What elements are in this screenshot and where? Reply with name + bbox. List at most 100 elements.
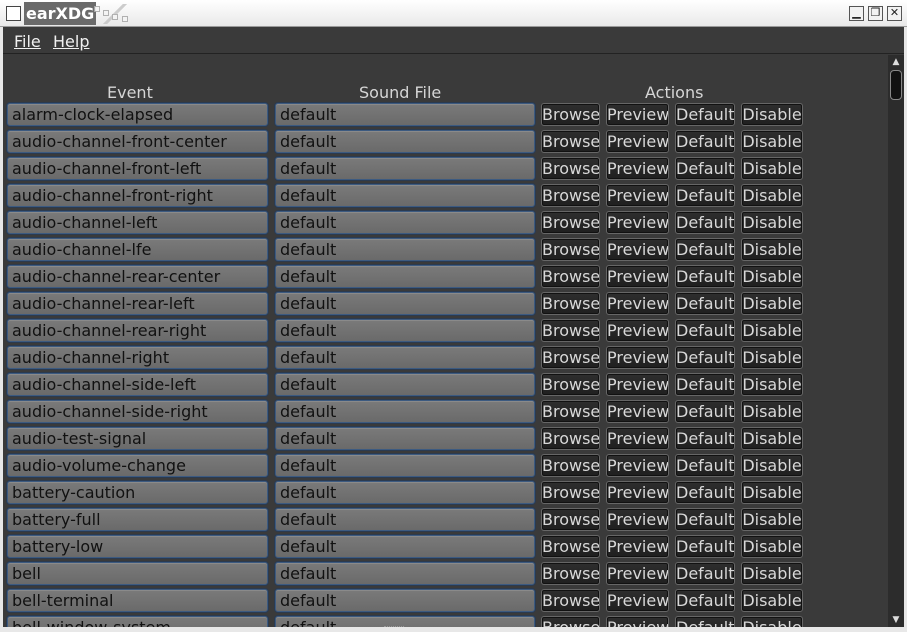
preview-button[interactable]: Preview bbox=[606, 508, 669, 531]
event-name-field[interactable]: audio-volume-change bbox=[7, 454, 268, 477]
browse-button[interactable]: Browse bbox=[541, 184, 600, 207]
browse-button[interactable]: Browse bbox=[541, 265, 600, 288]
sound-file-field[interactable]: default bbox=[275, 616, 535, 627]
sound-file-field[interactable]: default bbox=[275, 292, 535, 315]
scroll-up-arrow-icon[interactable]: ▲ bbox=[890, 56, 902, 68]
sound-file-field[interactable]: default bbox=[275, 427, 535, 450]
sound-file-field[interactable]: default bbox=[275, 157, 535, 180]
event-name-field[interactable]: audio-channel-lfe bbox=[7, 238, 268, 261]
sound-file-field[interactable]: default bbox=[275, 562, 535, 585]
default-button[interactable]: Default bbox=[675, 616, 735, 627]
preview-button[interactable]: Preview bbox=[606, 130, 669, 153]
disable-button[interactable]: Disable bbox=[741, 373, 803, 396]
default-button[interactable]: Default bbox=[675, 427, 735, 450]
browse-button[interactable]: Browse bbox=[541, 157, 600, 180]
default-button[interactable]: Default bbox=[675, 400, 735, 423]
default-button[interactable]: Default bbox=[675, 535, 735, 558]
sound-file-field[interactable]: default bbox=[275, 103, 535, 126]
default-button[interactable]: Default bbox=[675, 184, 735, 207]
preview-button[interactable]: Preview bbox=[606, 616, 669, 627]
maximize-button[interactable]: ❐ bbox=[868, 6, 883, 21]
scroll-down-arrow-icon[interactable]: ▼ bbox=[890, 614, 902, 626]
disable-button[interactable]: Disable bbox=[741, 184, 803, 207]
browse-button[interactable]: Browse bbox=[541, 589, 600, 612]
browse-button[interactable]: Browse bbox=[541, 481, 600, 504]
event-name-field[interactable]: audio-channel-front-left bbox=[7, 157, 268, 180]
disable-button[interactable]: Disable bbox=[741, 481, 803, 504]
browse-button[interactable]: Browse bbox=[541, 508, 600, 531]
default-button[interactable]: Default bbox=[675, 346, 735, 369]
disable-button[interactable]: Disable bbox=[741, 211, 803, 234]
sound-file-field[interactable]: default bbox=[275, 508, 535, 531]
event-name-field[interactable]: audio-channel-front-right bbox=[7, 184, 268, 207]
disable-button[interactable]: Disable bbox=[741, 562, 803, 585]
event-name-field[interactable]: audio-channel-side-right bbox=[7, 400, 268, 423]
disable-button[interactable]: Disable bbox=[741, 292, 803, 315]
default-button[interactable]: Default bbox=[675, 130, 735, 153]
browse-button[interactable]: Browse bbox=[541, 319, 600, 342]
browse-button[interactable]: Browse bbox=[541, 454, 600, 477]
event-name-field[interactable]: audio-channel-right bbox=[7, 346, 268, 369]
default-button[interactable]: Default bbox=[675, 157, 735, 180]
disable-button[interactable]: Disable bbox=[741, 535, 803, 558]
resize-grip-icon[interactable] bbox=[384, 626, 404, 630]
default-button[interactable]: Default bbox=[675, 238, 735, 261]
disable-button[interactable]: Disable bbox=[741, 157, 803, 180]
preview-button[interactable]: Preview bbox=[606, 562, 669, 585]
preview-button[interactable]: Preview bbox=[606, 265, 669, 288]
minimize-button[interactable]: ▁ bbox=[849, 6, 864, 21]
sound-file-field[interactable]: default bbox=[275, 346, 535, 369]
preview-button[interactable]: Preview bbox=[606, 373, 669, 396]
sound-file-field[interactable]: default bbox=[275, 184, 535, 207]
preview-button[interactable]: Preview bbox=[606, 427, 669, 450]
disable-button[interactable]: Disable bbox=[741, 103, 803, 126]
sound-file-field[interactable]: default bbox=[275, 454, 535, 477]
sound-file-field[interactable]: default bbox=[275, 238, 535, 261]
disable-button[interactable]: Disable bbox=[741, 400, 803, 423]
window-menu-button[interactable] bbox=[6, 6, 21, 21]
event-name-field[interactable]: audio-channel-rear-right bbox=[7, 319, 268, 342]
scrollbar-thumb[interactable] bbox=[890, 70, 902, 100]
browse-button[interactable]: Browse bbox=[541, 616, 600, 627]
preview-button[interactable]: Preview bbox=[606, 292, 669, 315]
disable-button[interactable]: Disable bbox=[741, 589, 803, 612]
preview-button[interactable]: Preview bbox=[606, 238, 669, 261]
menu-help[interactable]: Help bbox=[53, 32, 89, 51]
default-button[interactable]: Default bbox=[675, 508, 735, 531]
event-name-field[interactable]: audio-channel-left bbox=[7, 211, 268, 234]
event-name-field[interactable]: audio-channel-rear-center bbox=[7, 265, 268, 288]
sound-file-field[interactable]: default bbox=[275, 130, 535, 153]
disable-button[interactable]: Disable bbox=[741, 616, 803, 627]
preview-button[interactable]: Preview bbox=[606, 184, 669, 207]
default-button[interactable]: Default bbox=[675, 481, 735, 504]
sound-file-field[interactable]: default bbox=[275, 481, 535, 504]
browse-button[interactable]: Browse bbox=[541, 103, 600, 126]
event-name-field[interactable]: audio-channel-front-center bbox=[7, 130, 268, 153]
event-name-field[interactable]: alarm-clock-elapsed bbox=[7, 103, 268, 126]
disable-button[interactable]: Disable bbox=[741, 427, 803, 450]
preview-button[interactable]: Preview bbox=[606, 346, 669, 369]
event-name-field[interactable]: battery-caution bbox=[7, 481, 268, 504]
default-button[interactable]: Default bbox=[675, 562, 735, 585]
disable-button[interactable]: Disable bbox=[741, 454, 803, 477]
event-name-field[interactable]: battery-low bbox=[7, 535, 268, 558]
preview-button[interactable]: Preview bbox=[606, 481, 669, 504]
default-button[interactable]: Default bbox=[675, 265, 735, 288]
disable-button[interactable]: Disable bbox=[741, 265, 803, 288]
browse-button[interactable]: Browse bbox=[541, 562, 600, 585]
default-button[interactable]: Default bbox=[675, 292, 735, 315]
sound-file-field[interactable]: default bbox=[275, 319, 535, 342]
event-name-field[interactable]: audio-channel-rear-left bbox=[7, 292, 268, 315]
default-button[interactable]: Default bbox=[675, 103, 735, 126]
browse-button[interactable]: Browse bbox=[541, 427, 600, 450]
sound-file-field[interactable]: default bbox=[275, 589, 535, 612]
browse-button[interactable]: Browse bbox=[541, 535, 600, 558]
preview-button[interactable]: Preview bbox=[606, 103, 669, 126]
disable-button[interactable]: Disable bbox=[741, 238, 803, 261]
browse-button[interactable]: Browse bbox=[541, 400, 600, 423]
sound-file-field[interactable]: default bbox=[275, 373, 535, 396]
default-button[interactable]: Default bbox=[675, 211, 735, 234]
preview-button[interactable]: Preview bbox=[606, 454, 669, 477]
disable-button[interactable]: Disable bbox=[741, 319, 803, 342]
close-button[interactable]: ✕ bbox=[887, 6, 902, 21]
